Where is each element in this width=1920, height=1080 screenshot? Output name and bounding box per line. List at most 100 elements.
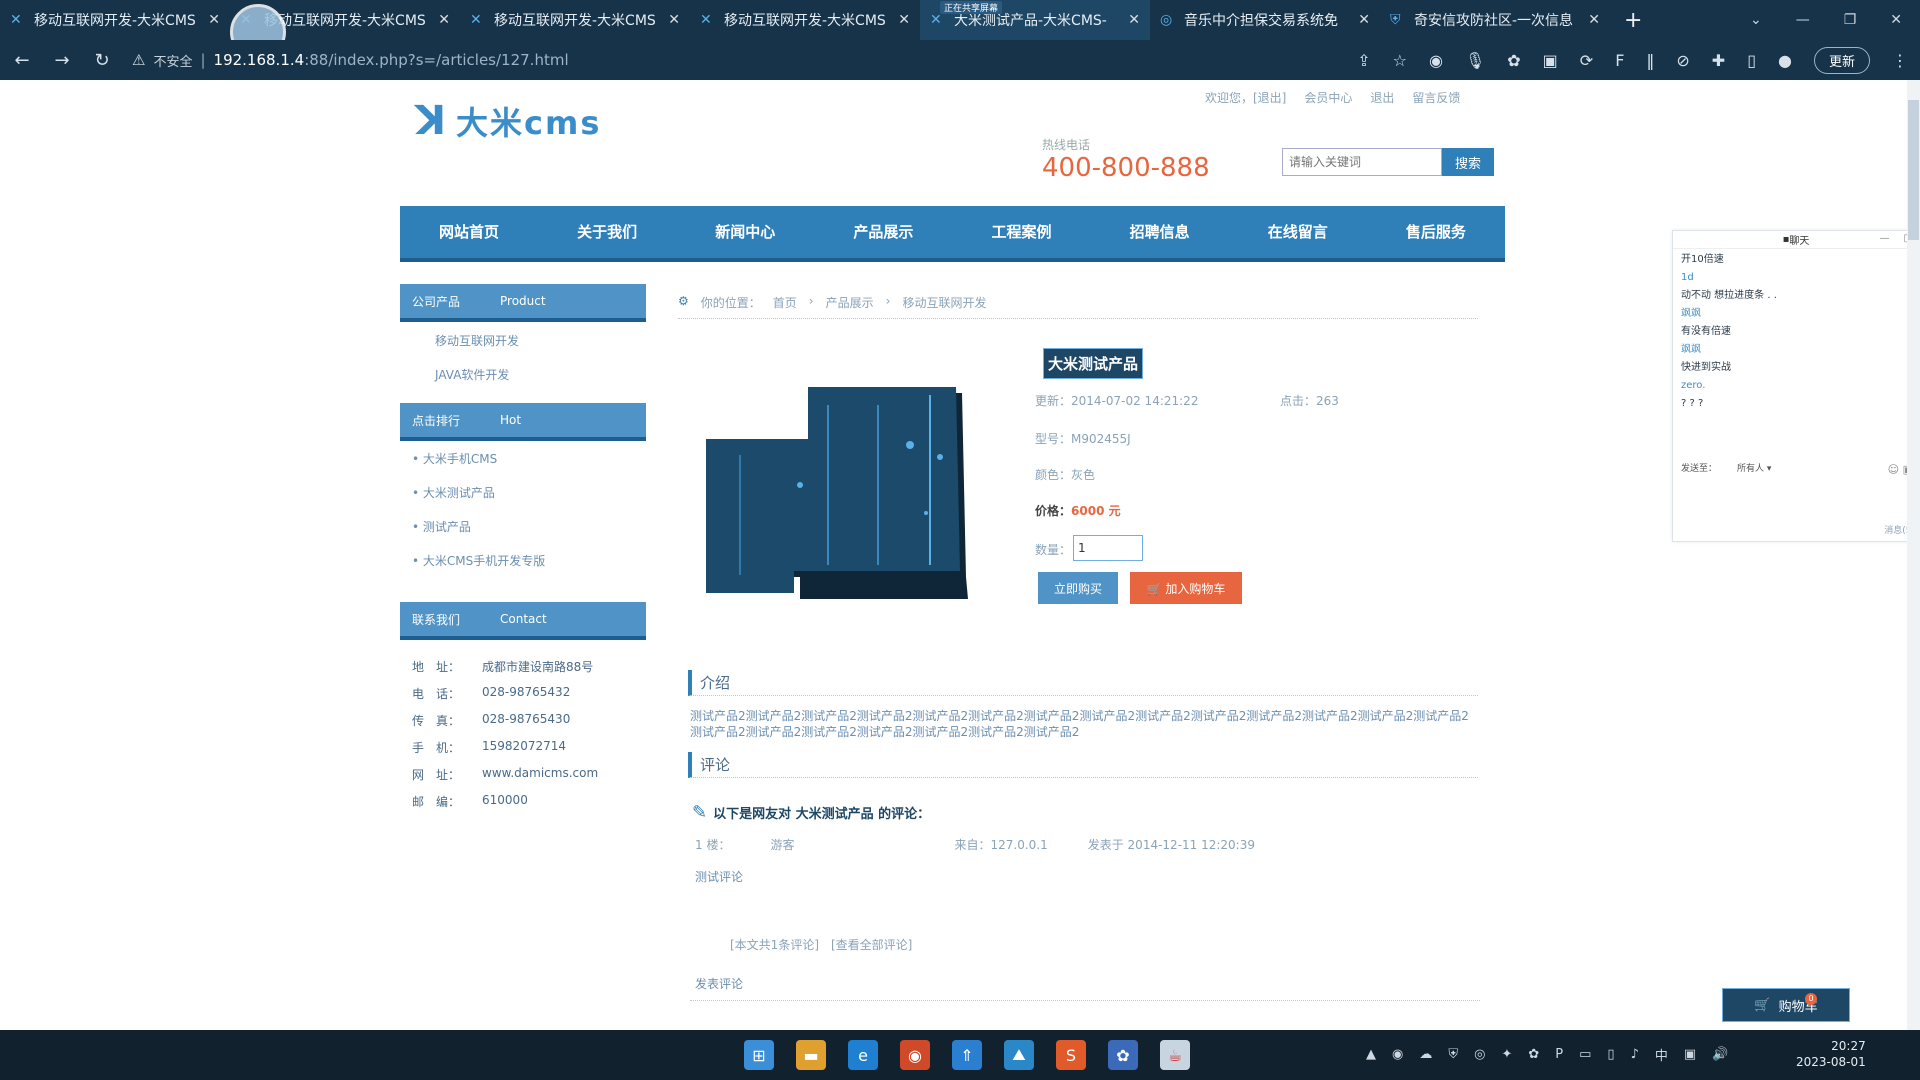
battery-icon[interactable]: ▯ <box>1607 1047 1614 1062</box>
app-icon[interactable]: ✿ <box>1108 1040 1138 1070</box>
extension-icon[interactable]: ◉ <box>1429 51 1443 70</box>
mic-icon[interactable]: 🎙 <box>1465 51 1485 70</box>
nav-item[interactable]: 新闻中心 <box>676 206 814 258</box>
tray-icon[interactable]: ☁ <box>1419 1047 1432 1062</box>
start-icon[interactable]: ⊞ <box>744 1040 774 1070</box>
close-icon[interactable]: ✕ <box>1128 12 1140 28</box>
nav-item[interactable]: 招聘信息 <box>1091 206 1229 258</box>
sidebar-link[interactable]: JAVA软件开发 <box>435 366 509 383</box>
sidebar-icon[interactable]: ▯ <box>1747 51 1756 70</box>
tab[interactable]: ⛨ 奇安信攻防社区-一次信息 ✕ <box>1380 0 1610 40</box>
top-link[interactable]: 退出 <box>1370 89 1394 106</box>
shield-icon[interactable]: ⛨ <box>1448 1047 1458 1062</box>
tray-icon[interactable]: ◉ <box>1392 1047 1403 1062</box>
tab-search-icon[interactable]: ⌄ <box>1750 12 1762 28</box>
sublime-icon[interactable]: S <box>1056 1040 1086 1070</box>
edge-icon[interactable]: e <box>848 1040 878 1070</box>
contact-row: 网 址： www.damicms.com <box>412 766 599 782</box>
minimize-icon[interactable]: — <box>1880 233 1890 244</box>
top-link[interactable]: 欢迎您，[退出] <box>1205 89 1286 106</box>
share-icon[interactable]: ⇪ <box>1357 51 1370 70</box>
close-icon[interactable]: ✕ <box>1358 12 1370 28</box>
extension-icon[interactable]: F <box>1615 51 1624 70</box>
breadcrumb-link[interactable]: 移动互联网开发 <box>902 294 986 311</box>
app-icon[interactable]: ⛰ <box>1004 1040 1034 1070</box>
buy-now-button[interactable]: 立即购买 <box>1038 572 1118 604</box>
network-icon[interactable]: ▣ <box>1684 1047 1696 1062</box>
hot-link[interactable]: • 大米CMS手机开发专版 <box>412 552 545 569</box>
nav-item[interactable]: 网站首页 <box>400 206 538 258</box>
close-icon[interactable]: ✕ <box>438 12 450 28</box>
comment-body: 测试评论 <box>695 870 744 884</box>
close-icon[interactable]: ✕ <box>1588 12 1600 28</box>
puzzle-icon[interactable]: ✚ <box>1712 51 1725 70</box>
mic-icon[interactable]: ♪ <box>1631 1047 1639 1062</box>
tab[interactable]: ✕ 移动互联网开发-大米CMS ✕ <box>0 0 230 40</box>
minimize-icon[interactable]: — <box>1796 12 1810 28</box>
menu-icon[interactable]: ⋮ <box>1892 51 1908 70</box>
clock[interactable]: 20:27 2023-08-01 <box>1796 1038 1866 1070</box>
extension-icon[interactable]: ✿ <box>1507 51 1520 70</box>
scrollbar-thumb[interactable] <box>1908 100 1919 240</box>
volume-icon[interactable]: 🔊 <box>1712 1047 1728 1062</box>
top-link[interactable]: 会员中心 <box>1304 89 1352 106</box>
extension-icon[interactable]: ⟳ <box>1580 51 1593 70</box>
site-logo[interactable]: ꓘ 大米cms <box>415 98 601 144</box>
extension-icon[interactable]: ▣ <box>1543 51 1558 70</box>
comment-links[interactable]: [本文共1条评论] [查看全部评论] <box>730 936 912 953</box>
quantity-input[interactable] <box>1073 535 1143 561</box>
top-link[interactable]: 留言反馈 <box>1412 89 1460 106</box>
update-button[interactable]: 更新 <box>1813 46 1870 74</box>
contact-row: 传 真： 028-98765430 <box>412 712 571 728</box>
tray-icon[interactable]: ◎ <box>1474 1047 1485 1062</box>
new-tab-button[interactable]: + <box>1610 8 1656 33</box>
monitor-icon[interactable]: ▭ <box>1579 1047 1591 1062</box>
nav-item[interactable]: 售后服务 <box>1367 206 1505 258</box>
floating-cart-button[interactable]: 🛒 购物车 0 <box>1722 988 1850 1022</box>
breadcrumb-link[interactable]: 首页 <box>773 294 797 311</box>
sidebar-link[interactable]: 移动互联网开发 <box>435 332 519 349</box>
search-button[interactable]: 搜索 <box>1442 148 1494 176</box>
java-icon[interactable]: ☕ <box>1160 1040 1190 1070</box>
folder-icon[interactable]: ▬ <box>796 1040 826 1070</box>
ime-indicator[interactable]: 中 <box>1655 1045 1668 1064</box>
tab[interactable]: ✕ 移动互联网开发-大米CMS ✕ <box>690 0 920 40</box>
close-icon[interactable]: ✕ <box>208 12 220 28</box>
back-icon[interactable]: ← <box>12 50 32 71</box>
nav-item[interactable]: 在线留言 <box>1229 206 1367 258</box>
tray-icon[interactable]: P <box>1555 1047 1563 1062</box>
add-to-cart-button[interactable]: 🛒 加入购物车 <box>1130 572 1242 604</box>
tab[interactable]: ✕ 移动互联网开发-大米CMS ✕ <box>460 0 690 40</box>
restore-icon[interactable]: ❐ <box>1844 12 1857 28</box>
tray-icon[interactable]: ✦ <box>1501 1047 1512 1062</box>
close-window-icon[interactable]: ✕ <box>1890 12 1902 28</box>
tab-active[interactable]: ✕ 大米测试产品-大米CMS- ✕ 正在共享屏幕 <box>920 0 1150 40</box>
close-icon[interactable]: ✕ <box>898 12 910 28</box>
app-icon[interactable]: ⇑ <box>952 1040 982 1070</box>
chat-send-to[interactable]: 发送至： 所有人 ▾ <box>1681 461 1771 474</box>
nav-item[interactable]: 工程案例 <box>953 206 1091 258</box>
breadcrumb-link[interactable]: 产品展示 <box>826 294 874 311</box>
cms-favicon-icon: ✕ <box>700 12 712 28</box>
nav-item[interactable]: 关于我们 <box>538 206 676 258</box>
hot-link[interactable]: • 大米手机CMS <box>412 450 497 467</box>
tray-icon[interactable]: ▲ <box>1366 1047 1376 1062</box>
url-field[interactable]: ⚠ 不安全 | 192.168.1.4:88/index.php?s=/arti… <box>132 51 1337 70</box>
hot-link[interactable]: • 大米测试产品 <box>412 484 495 501</box>
tab[interactable]: ◎ 音乐中介担保交易系统免 ✕ <box>1150 0 1380 40</box>
cart-icon: 🛒 <box>1754 997 1771 1013</box>
search-input[interactable] <box>1282 148 1442 176</box>
star-icon[interactable]: ☆ <box>1393 51 1407 70</box>
forward-icon[interactable]: → <box>52 50 72 71</box>
tray-icon[interactable]: ✿ <box>1528 1047 1539 1062</box>
extension-icon[interactable]: ‖ <box>1646 51 1654 70</box>
profile-icon[interactable]: ● <box>1778 51 1792 70</box>
emoji-icon[interactable]: ☺ <box>1888 463 1899 476</box>
reload-icon[interactable]: ↻ <box>92 50 112 71</box>
extension-icon[interactable]: ⊘ <box>1676 51 1689 70</box>
chrome-icon[interactable]: ◉ <box>900 1040 930 1070</box>
post-comment-label: 发表评论 <box>695 977 744 991</box>
close-icon[interactable]: ✕ <box>668 12 680 28</box>
nav-item[interactable]: 产品展示 <box>814 206 952 258</box>
hot-link[interactable]: • 测试产品 <box>412 518 471 535</box>
